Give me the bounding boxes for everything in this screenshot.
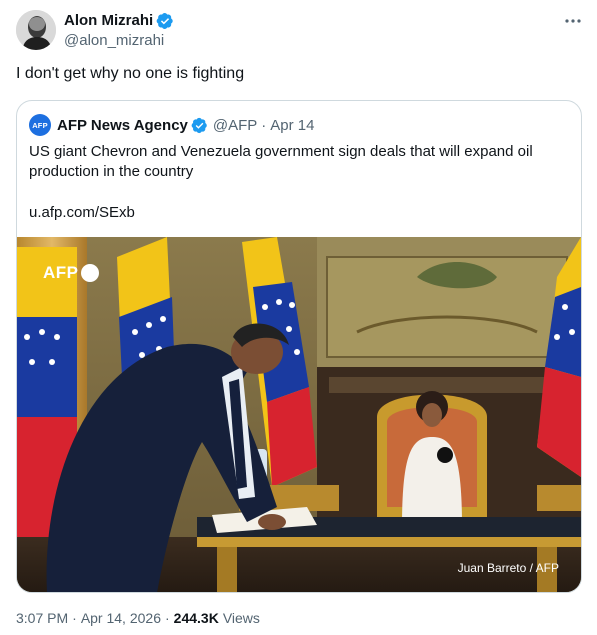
author-handle[interactable]: @alon_mizrahi: [64, 32, 174, 49]
quoted-avatar[interactable]: AFP: [29, 114, 51, 136]
quoted-photo[interactable]: AFP Juan Barreto / AFP: [17, 237, 581, 592]
afp-watermark-dot: [80, 264, 99, 282]
views-label: Views: [222, 610, 260, 626]
separator-dot: ·: [164, 610, 170, 626]
afp-watermark: AFP: [43, 263, 99, 283]
quoted-tweet[interactable]: AFP AFP News Agency @AFP · Apr 14 US gia…: [16, 100, 582, 593]
tweet-header: Alon Mizrahi @alon_mizrahi: [16, 10, 584, 52]
verified-badge-icon: [156, 12, 173, 29]
quoted-date[interactable]: Apr 14: [270, 117, 314, 134]
tweet-text: I don't get why no one is fighting: [16, 65, 245, 82]
display-name[interactable]: Alon Mizrahi: [64, 12, 153, 29]
more-options-icon[interactable]: [562, 10, 584, 32]
quoted-tweet-header: AFP AFP News Agency @AFP · Apr 14: [29, 113, 315, 137]
avatar[interactable]: [16, 10, 56, 50]
photo-scene: [17, 237, 581, 592]
photo-credit: Juan Barreto / AFP: [457, 561, 559, 575]
tweet[interactable]: Alon Mizrahi @alon_mizrahi I don't get w…: [0, 0, 597, 635]
author-block[interactable]: Alon Mizrahi @alon_mizrahi: [64, 11, 174, 49]
afp-watermark-text: AFP: [43, 263, 79, 282]
views-count[interactable]: 244.3K: [174, 610, 219, 626]
verified-badge-icon: [191, 117, 207, 133]
quoted-author-name[interactable]: AFP News Agency: [57, 117, 188, 134]
tweet-time[interactable]: 3:07 PM: [16, 610, 68, 626]
tweet-date[interactable]: Apr 14, 2026: [81, 610, 161, 626]
separator-dot: ·: [72, 610, 77, 626]
quoted-link[interactable]: u.afp.com/SExb: [29, 204, 135, 221]
quoted-text: US giant Chevron and Venezuela governmen…: [29, 143, 533, 180]
tweet-meta: 3:07 PM · Apr 14, 2026 · 244.3K Views: [16, 610, 260, 626]
quoted-handle: @AFP: [212, 116, 258, 134]
separator-dot: ·: [261, 116, 267, 134]
